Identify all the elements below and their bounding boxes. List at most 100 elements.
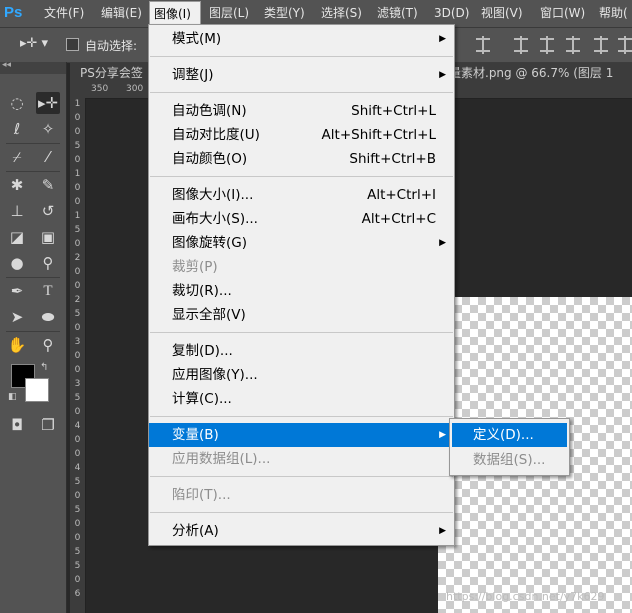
swap-colors-icon[interactable]: ↰ — [40, 362, 48, 373]
ruler-label: 350 — [91, 84, 109, 94]
menu-item-9[interactable]: 裁切(R)... — [149, 279, 454, 303]
align-top-icon[interactable] — [514, 36, 528, 54]
magic-wand-icon[interactable]: ✧ — [36, 118, 60, 140]
move-tool-icon[interactable]: ▸✛ — [36, 92, 60, 114]
eraser-icon[interactable]: ◪ — [5, 226, 29, 248]
ruler-digit: 5 — [74, 477, 81, 487]
ruler-digit: 1 — [74, 169, 81, 179]
menu-item-3[interactable]: 自动对比度(U) Alt+Shift+Ctrl+L — [149, 123, 454, 147]
ellipse-tool-icon[interactable]: ⬬ — [36, 306, 60, 328]
menu-item-5[interactable]: 图像大小(I)... Alt+Ctrl+I — [149, 183, 454, 207]
marquee-tool-icon[interactable]: ◌ — [5, 92, 29, 114]
crop-tool-icon[interactable]: ⌿ — [5, 146, 29, 168]
menu-item-4[interactable]: 自动颜色(O) Shift+Ctrl+B — [149, 147, 454, 171]
ruler-digit: 0 — [74, 351, 81, 361]
menu-item-label: 画布大小(S)... — [172, 211, 258, 227]
menu-item-7[interactable]: 图像旋转(G) ▶ — [149, 231, 454, 255]
menu-item-13[interactable]: 计算(C)... — [149, 387, 454, 411]
default-colors-icon[interactable]: ◧ — [8, 392, 17, 402]
align-left-icon[interactable] — [594, 36, 608, 54]
menu-item-2[interactable]: 自动色调(N) Shift+Ctrl+L — [149, 99, 454, 123]
toolbox-header[interactable]: ◂◂ — [0, 60, 66, 74]
ruler-digit: 4 — [74, 421, 81, 431]
menu-separator — [150, 56, 453, 57]
define-variables-item[interactable]: 定义(D)... — [452, 423, 567, 447]
menu-item-label: 图像大小(I)... — [172, 187, 254, 203]
ruler-digit: 1 — [74, 211, 81, 221]
menu-separator — [150, 476, 453, 477]
menu-item-label: 自动颜色(O) — [172, 151, 248, 167]
submenu-item-label: 定义(D)... — [473, 427, 534, 443]
menu-item-12[interactable]: 应用图像(Y)... — [149, 363, 454, 387]
menu-item-11[interactable]: 复制(D)... — [149, 339, 454, 363]
ruler-digit: 5 — [74, 505, 81, 515]
menu-item-label: 计算(C)... — [172, 391, 232, 407]
document-tab-title[interactable]: PS分享会签 — [80, 64, 143, 81]
ruler-digit: 0 — [74, 365, 81, 375]
quick-mask-icon[interactable]: ◘ — [5, 414, 29, 436]
screen-mode-icon[interactable]: ❐ — [36, 414, 60, 436]
background-color-swatch[interactable] — [25, 378, 49, 402]
menu-item-14[interactable]: 变量(B) ▶ — [149, 423, 454, 447]
zoom-tool-icon[interactable]: ⚲ — [36, 334, 60, 356]
ruler-digit: 1 — [74, 99, 81, 109]
menu-select[interactable]: 选择(S) — [321, 0, 362, 27]
blur-tool-icon[interactable]: ● — [5, 252, 29, 274]
ruler-digit: 5 — [74, 547, 81, 557]
align-icon[interactable] — [476, 36, 490, 54]
hand-tool-icon[interactable]: ✋ — [5, 334, 29, 356]
move-tool-preset-icon[interactable]: ▸✛ ▾ — [20, 36, 48, 51]
menu-item-shortcut: Alt+Ctrl+I — [367, 187, 436, 203]
menu-item-15: 应用数据组(L)... — [149, 447, 454, 471]
menu-item-label: 裁剪(P) — [172, 259, 218, 275]
menu-help[interactable]: 帮助( — [599, 0, 628, 27]
image-menu-dropdown: 模式(M) ▶ 调整(J) ▶ 自动色调(N) Shift+Ctrl+L 自动对比度(U) A… — [148, 24, 455, 546]
menu-file[interactable]: 文件(F) — [44, 0, 84, 27]
lasso-tool-icon[interactable]: ℓ — [5, 118, 29, 140]
ruler-digit: 0 — [74, 239, 81, 249]
data-sets-item: 数据组(S)... — [452, 448, 567, 472]
menu-separator — [150, 176, 453, 177]
healing-brush-icon[interactable]: ✱ — [5, 174, 29, 196]
align-vcenter-icon[interactable] — [540, 36, 554, 54]
ruler-digit: 5 — [74, 309, 81, 319]
variables-submenu: 定义(D)... 数据组(S)... — [449, 418, 570, 476]
ruler-digit: 0 — [74, 281, 81, 291]
menu-item-1[interactable]: 调整(J) ▶ — [149, 63, 454, 87]
menu-item-label: 分析(A) — [172, 523, 219, 539]
type-tool-icon[interactable]: T — [36, 280, 60, 302]
dodge-tool-icon[interactable]: ⚲ — [36, 252, 60, 274]
brush-tool-icon[interactable]: ✎ — [36, 174, 60, 196]
align-bottom-icon[interactable] — [566, 36, 580, 54]
toolbox: ◂◂ ◌ ▸✛ ℓ ✧ ⌿ ⁄ ✱ ✎ ⊥ ↺ ◪ ▣ ● ⚲ ✒ T ➤ ⬬ … — [0, 60, 67, 613]
menu-item-6[interactable]: 画布大小(S)... Alt+Ctrl+C — [149, 207, 454, 231]
menu-type[interactable]: 类型(Y) — [264, 0, 305, 27]
menu-3d[interactable]: 3D(D) — [434, 0, 469, 27]
align-hcenter-icon[interactable] — [618, 36, 632, 54]
menu-item-label: 裁切(R)... — [172, 283, 232, 299]
menu-layer[interactable]: 图层(L) — [209, 0, 249, 27]
stamp-tool-icon[interactable]: ⊥ — [5, 200, 29, 222]
menu-separator — [150, 416, 453, 417]
gradient-tool-icon[interactable]: ▣ — [36, 226, 60, 248]
submenu-arrow-icon: ▶ — [439, 526, 446, 536]
menu-edit[interactable]: 编辑(E) — [101, 0, 142, 27]
history-brush-icon[interactable]: ↺ — [36, 200, 60, 222]
menu-separator — [150, 512, 453, 513]
menu-item-10[interactable]: 显示全部(V) — [149, 303, 454, 327]
menu-window[interactable]: 窗口(W) — [540, 0, 585, 27]
menu-item-label: 模式(M) — [172, 31, 222, 47]
menu-view[interactable]: 视图(V) — [481, 0, 523, 27]
menu-item-8: 裁剪(P) — [149, 255, 454, 279]
ruler-digit: 0 — [74, 183, 81, 193]
pen-tool-icon[interactable]: ✒ — [5, 280, 29, 302]
menu-filter[interactable]: 滤镜(T) — [377, 0, 418, 27]
menu-item-17[interactable]: 分析(A) ▶ — [149, 519, 454, 543]
ruler-digit: 0 — [74, 267, 81, 277]
auto-select-checkbox[interactable] — [66, 38, 79, 51]
ruler-digit: 0 — [74, 435, 81, 445]
eyedropper-icon[interactable]: ⁄ — [36, 146, 60, 168]
menu-item-0[interactable]: 模式(M) ▶ — [149, 27, 454, 51]
path-select-icon[interactable]: ➤ — [5, 306, 29, 328]
collapse-icon[interactable]: ◂◂ — [2, 60, 11, 70]
